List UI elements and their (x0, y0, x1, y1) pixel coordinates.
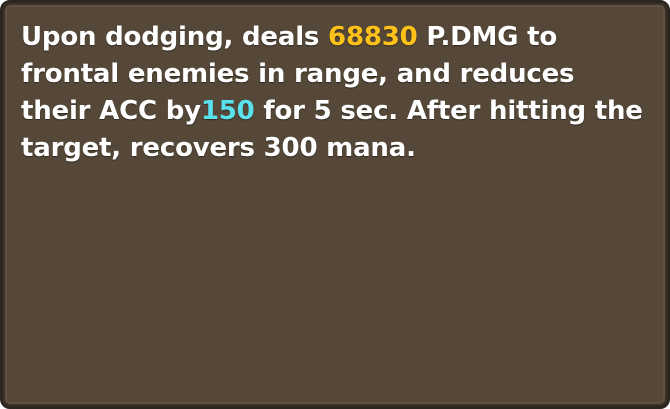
description-text-part-1: Upon dodging, deals (21, 22, 329, 52)
skill-tooltip-panel: Upon dodging, deals 68830 P.DMG to front… (0, 0, 670, 409)
acc-reduction-value: 150 (200, 96, 255, 126)
damage-value: 68830 (328, 22, 418, 52)
skill-description: Upon dodging, deals 68830 P.DMG to front… (21, 19, 651, 167)
